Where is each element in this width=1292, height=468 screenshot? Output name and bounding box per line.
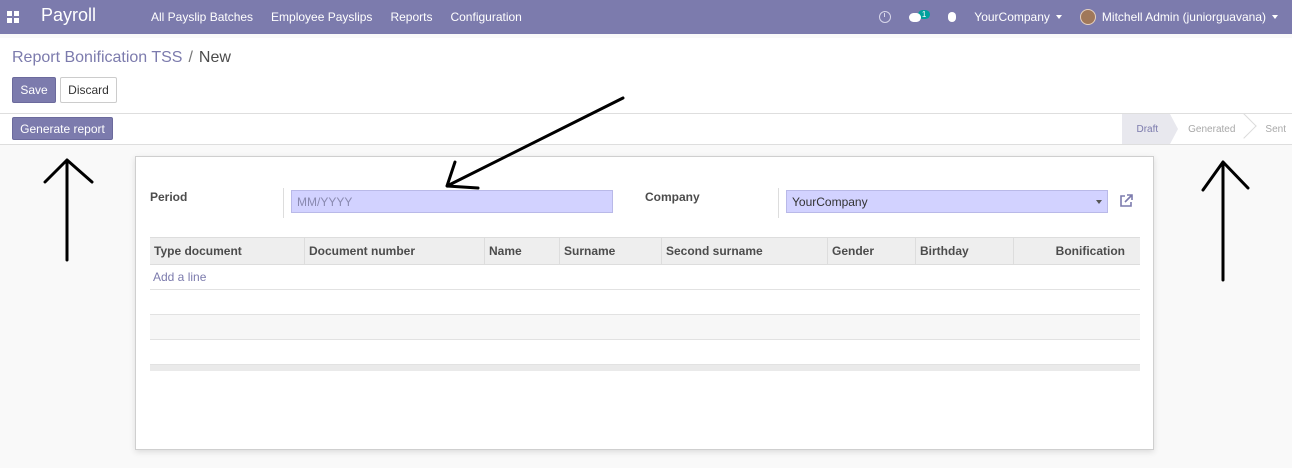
menu-reports[interactable]: Reports (390, 10, 432, 24)
table-row (150, 290, 1140, 315)
column-second-surname[interactable]: Second surname (661, 238, 827, 264)
chevron-down-icon (1272, 15, 1278, 19)
divider (778, 188, 779, 218)
activity-button[interactable] (878, 11, 891, 23)
column-name[interactable]: Name (484, 238, 559, 264)
breadcrumb-current: New (198, 49, 231, 66)
table-footer (150, 365, 1140, 371)
column-birthday[interactable]: Birthday (915, 238, 1013, 264)
systray: 1 YourCompany Mitchell Admin (juniorguav… (861, 9, 1278, 25)
column-document-number[interactable]: Document number (304, 238, 484, 264)
form-statusbar: Generate report Draft Generated Sent (0, 114, 1292, 145)
company-select[interactable]: YourCompany (786, 190, 1108, 213)
company-name: YourCompany (974, 10, 1050, 24)
period-input[interactable]: MM/YYYY (291, 190, 613, 213)
company-label: Company (645, 190, 700, 204)
menu-employee-payslips[interactable]: Employee Payslips (271, 10, 372, 24)
add-line-link[interactable]: Add a line (150, 270, 206, 284)
status-step-generated[interactable]: Generated (1170, 114, 1247, 144)
external-link-icon[interactable] (1118, 193, 1134, 209)
user-menu[interactable]: Mitchell Admin (juniorguavana) (1079, 9, 1278, 25)
column-bonification[interactable]: Bonification (1013, 238, 1140, 264)
column-surname[interactable]: Surname (559, 238, 661, 264)
user-name: Mitchell Admin (juniorguavana) (1101, 10, 1266, 24)
top-navbar: Payroll All Payslip Batches Employee Pay… (0, 0, 1292, 34)
company-switcher[interactable]: YourCompany (974, 10, 1062, 24)
breadcrumb-parent[interactable]: Report Bonification TSS (12, 49, 182, 66)
clock-icon (878, 11, 891, 23)
app-name[interactable]: Payroll (41, 5, 96, 26)
table-header: Type document Document number Name Surna… (150, 237, 1140, 265)
menu-all-payslip-batches[interactable]: All Payslip Batches (151, 10, 253, 24)
table-row (150, 340, 1140, 365)
avatar (1079, 9, 1096, 25)
chevron-down-icon (1055, 15, 1062, 19)
chat-icon (908, 12, 921, 22)
arrow-up-left (43, 158, 94, 262)
bug-icon (948, 12, 957, 22)
breadcrumb: Report Bonification TSS / New (12, 49, 231, 67)
status-steps: Draft Generated Sent (1122, 114, 1292, 144)
column-type-document[interactable]: Type document (150, 238, 304, 264)
menu-configuration[interactable]: Configuration (450, 10, 521, 24)
status-step-sent[interactable]: Sent (1247, 114, 1292, 144)
column-gender[interactable]: Gender (827, 238, 915, 264)
form-sheet: Period MM/YYYY Company YourCompany Type … (135, 156, 1154, 450)
divider (283, 188, 284, 218)
table-row: Add a line (150, 265, 1140, 290)
main-menu: All Payslip Batches Employee Payslips Re… (151, 10, 522, 24)
period-label: Period (150, 190, 188, 204)
lines-table: Type document Document number Name Surna… (150, 237, 1140, 371)
company-select-value: YourCompany (792, 194, 868, 209)
breadcrumb-separator: / (188, 49, 193, 66)
save-button[interactable]: Save (12, 77, 56, 103)
messages-button[interactable]: 1 (908, 9, 931, 22)
chevron-down-icon (1096, 200, 1102, 204)
generate-report-button[interactable]: Generate report (12, 117, 113, 140)
control-panel: Report Bonification TSS / New Save Discard (0, 38, 1292, 114)
discard-button[interactable]: Discard (60, 77, 117, 103)
arrow-up-right (1201, 160, 1250, 282)
status-step-draft[interactable]: Draft (1122, 114, 1178, 144)
table-row (150, 315, 1140, 340)
debug-button[interactable] (948, 12, 957, 22)
apps-grid-icon[interactable] (7, 11, 19, 23)
